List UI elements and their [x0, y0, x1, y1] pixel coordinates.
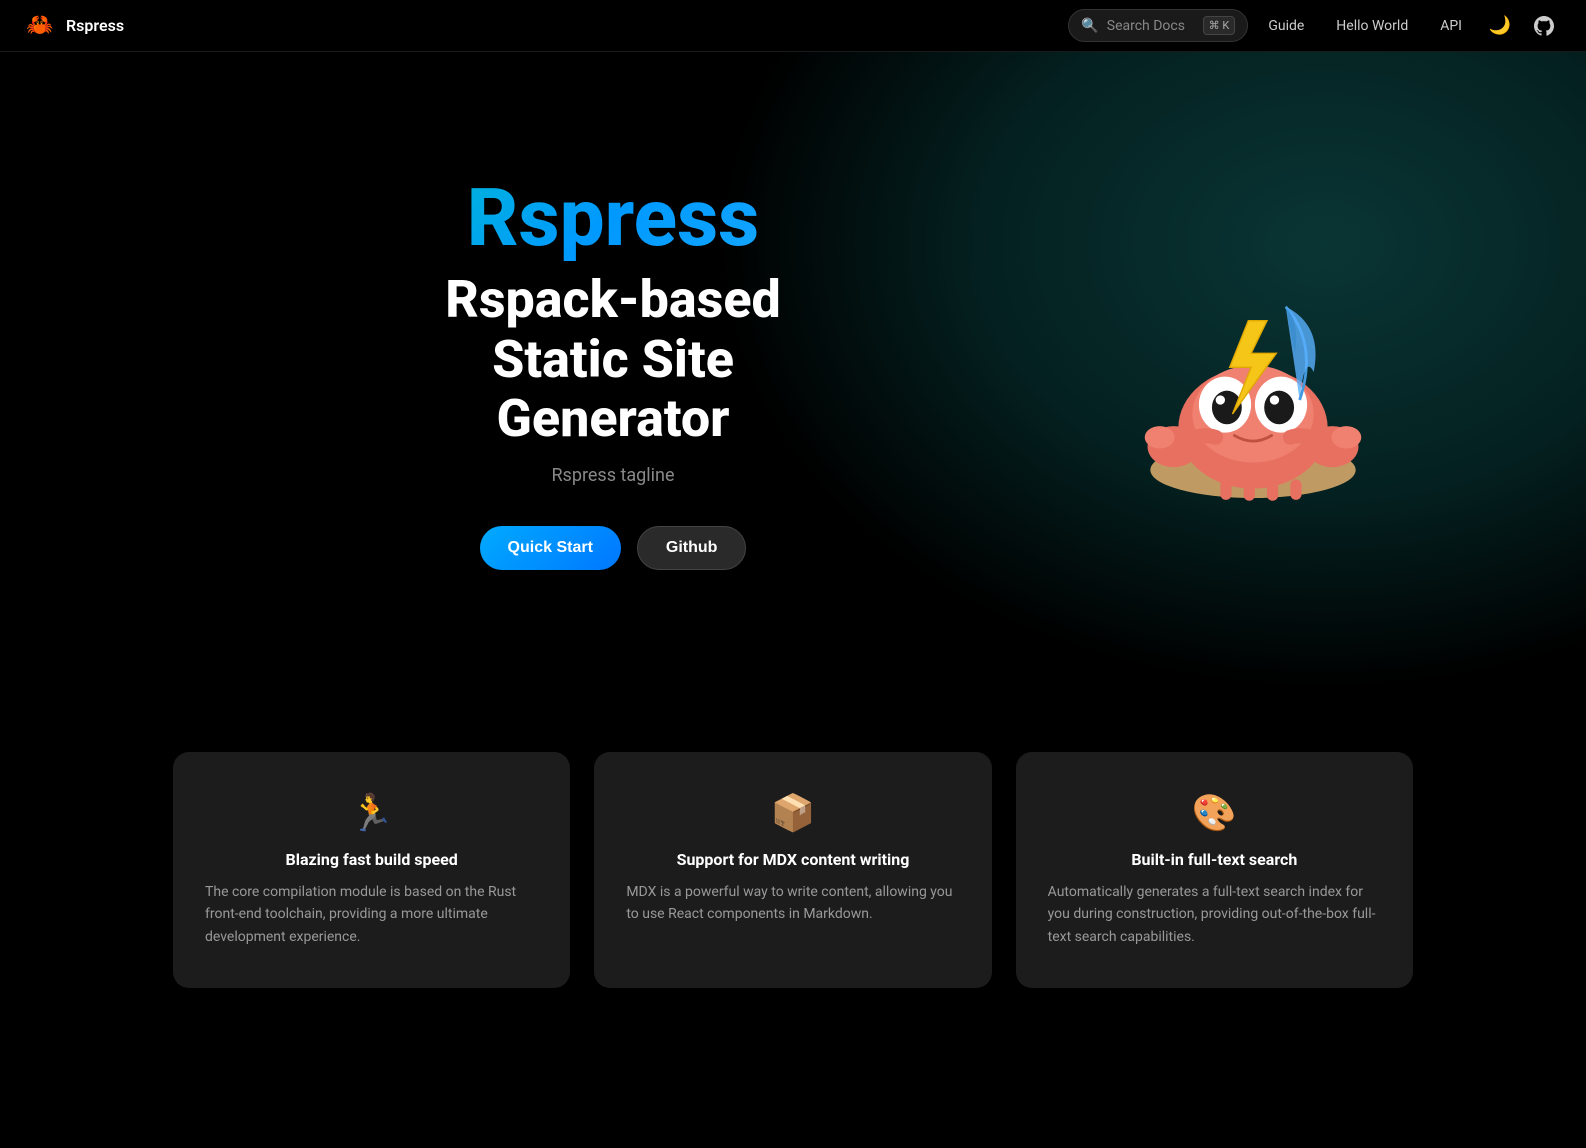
hero-section: Rspress Rspack-basedStatic SiteGenerator…	[0, 52, 1586, 692]
quick-start-button[interactable]: Quick Start	[480, 526, 621, 570]
search-icon: 🔍	[1081, 18, 1098, 34]
logo-text: Rspress	[66, 16, 124, 35]
feature-desc-1: MDX is a powerful way to write content, …	[626, 881, 959, 926]
search-kbd: ⌘ K	[1203, 16, 1236, 35]
feature-title-2: Built-in full-text search	[1048, 850, 1381, 869]
github-button-hero[interactable]: Github	[637, 526, 747, 570]
features-grid: 🏃 Blazing fast build speed The core comp…	[93, 692, 1493, 1068]
nav-link-hello-world[interactable]: Hello World	[1324, 12, 1420, 40]
hero-text: Rspress Rspack-basedStatic SiteGenerator…	[173, 174, 1053, 570]
features-section: 🏃 Blazing fast build speed The core comp…	[0, 692, 1586, 1148]
feature-desc-2: Automatically generates a full-text sear…	[1048, 881, 1381, 948]
hero-subtitle: Rspack-basedStatic SiteGenerator	[173, 270, 1053, 449]
hero-content: Rspress Rspack-basedStatic SiteGenerator…	[93, 114, 1493, 630]
feature-card-0: 🏃 Blazing fast build speed The core comp…	[173, 752, 570, 988]
feature-title-0: Blazing fast build speed	[205, 850, 538, 869]
theme-toggle-button[interactable]: 🌙	[1482, 8, 1518, 44]
mascot-svg	[1113, 232, 1393, 512]
search-bar[interactable]: 🔍 Search Docs ⌘ K	[1068, 9, 1248, 42]
hero-title: Rspress	[173, 174, 1053, 262]
feature-desc-0: The core compilation module is based on …	[205, 881, 538, 948]
nav-link-api[interactable]: API	[1428, 12, 1474, 40]
feature-title-1: Support for MDX content writing	[626, 850, 959, 869]
github-icon	[1534, 16, 1554, 36]
hero-buttons: Quick Start Github	[173, 526, 1053, 570]
search-placeholder: Search Docs	[1107, 18, 1195, 34]
moon-icon: 🌙	[1489, 15, 1511, 36]
feature-icon-1: 📦	[626, 792, 959, 834]
feature-card-1: 📦 Support for MDX content writing MDX is…	[594, 752, 991, 988]
feature-icon-0: 🏃	[205, 792, 538, 834]
github-button[interactable]	[1526, 8, 1562, 44]
nav-right: 🔍 Search Docs ⌘ K Guide Hello World API …	[1068, 8, 1562, 44]
logo-icon: 🦀	[24, 10, 56, 42]
navbar: 🦀 Rspress 🔍 Search Docs ⌘ K Guide Hello …	[0, 0, 1586, 52]
hero-mascot	[1093, 212, 1413, 532]
feature-icon-2: 🎨	[1048, 792, 1381, 834]
logo[interactable]: 🦀 Rspress	[24, 10, 124, 42]
nav-link-guide[interactable]: Guide	[1256, 12, 1316, 40]
feature-card-2: 🎨 Built-in full-text search Automaticall…	[1016, 752, 1413, 988]
hero-tagline: Rspress tagline	[173, 465, 1053, 486]
